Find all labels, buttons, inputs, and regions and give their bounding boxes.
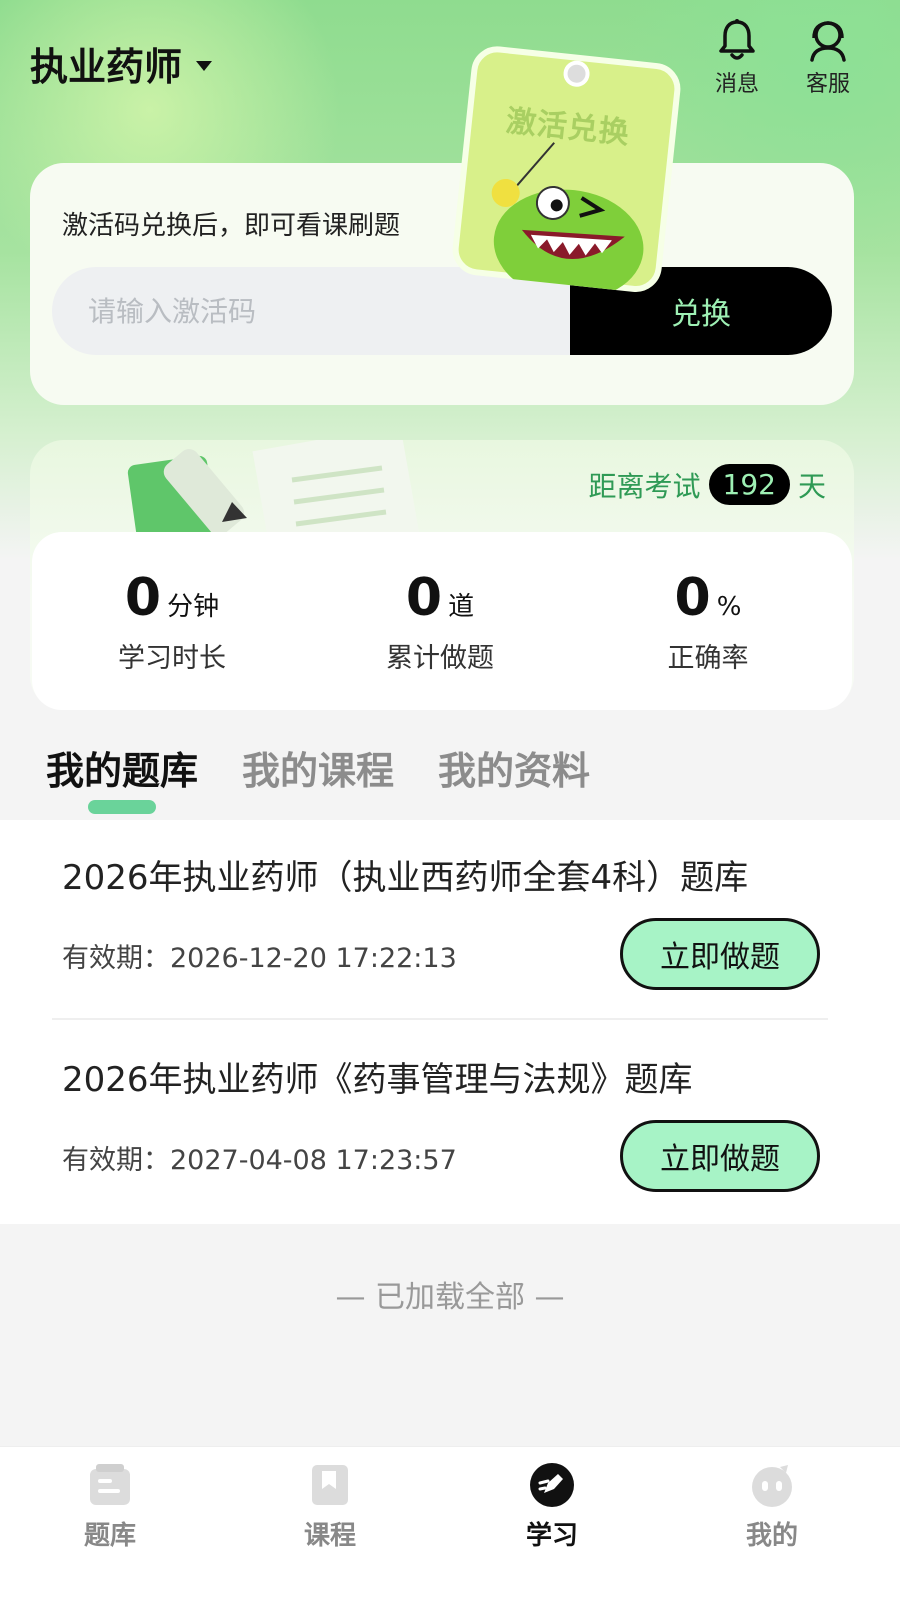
start-practice-button[interactable]: 立即做题 <box>620 918 820 990</box>
item-expiry: 有效期：2026-12-20 17:22:13 <box>62 943 457 974</box>
stat-value: 0 <box>674 568 711 628</box>
stat-value: 0 <box>405 568 443 628</box>
customer-service-label: 客服 <box>805 72 850 97</box>
all-loaded-note: — 已加载全部 — <box>335 1280 565 1315</box>
nav-courses[interactable]: 课程 <box>270 1461 390 1552</box>
active-tab-indicator <box>88 800 156 814</box>
question-bank-list: 2026年执业药师（执业西药师全套4科）题库 有效期：2026-12-20 17… <box>0 820 900 1224</box>
list-item[interactable]: 2026年执业药师《药事管理与法规》题库 有效期：2027-04-08 17:2… <box>52 1022 828 1222</box>
stat-questions-done: 0道 累计做题 <box>330 568 550 675</box>
countdown-prefix: 距离考试 <box>588 469 701 503</box>
stat-unit: 道 <box>448 592 475 622</box>
tab-question-bank[interactable]: 我的题库 <box>46 740 198 795</box>
item-title: 2026年执业药师《药事管理与法规》题库 <box>62 1060 693 1100</box>
mascot-illustration: 激活兑换 <box>450 43 698 295</box>
messages-button[interactable]: 消息 <box>707 18 767 98</box>
list-item[interactable]: 2026年执业药师（执业西药师全套4科）题库 有效期：2026-12-20 17… <box>52 820 828 1020</box>
start-practice-button[interactable]: 立即做题 <box>620 1120 820 1192</box>
exam-selector[interactable]: 执业药师 <box>30 36 213 91</box>
pen-study-icon <box>530 1463 574 1507</box>
stat-label: 累计做题 <box>386 643 494 674</box>
stat-study-time: 0 分钟 学习时长 <box>62 568 282 675</box>
question-bank-icon <box>90 1464 130 1505</box>
item-title: 2026年执业药师（执业西药师全套4科）题库 <box>62 858 749 898</box>
stats-card: 距离考试 192 天 0 分钟 学习时长 0道 累计做题 0% 正确率 <box>30 440 854 710</box>
item-expiry: 有效期：2027-04-08 17:23:57 <box>62 1145 457 1176</box>
stat-unit: % <box>716 592 742 622</box>
tab-materials[interactable]: 我的资料 <box>438 740 590 795</box>
nav-label: 学习 <box>525 1521 578 1551</box>
stat-label: 学习时长 <box>118 643 226 674</box>
redeem-tip: 激活码兑换后，即可看课刷题 <box>62 211 401 241</box>
stat-unit: 分钟 <box>167 592 220 622</box>
nav-label: 题库 <box>83 1521 136 1551</box>
customer-service-button[interactable]: 客服 <box>798 18 858 98</box>
countdown-days-badge: 192 <box>708 464 790 505</box>
tab-courses[interactable]: 我的课程 <box>242 740 394 795</box>
content-tabs: 我的题库 我的课程 我的资料 <box>0 720 900 816</box>
countdown-suffix: 天 <box>797 469 826 503</box>
redeem-card: 激活码兑换后，即可看课刷题 兑换 <box>30 163 854 405</box>
profile-face-icon <box>752 1465 792 1507</box>
nav-label: 我的 <box>745 1521 798 1551</box>
nav-study[interactable]: 学习 <box>492 1461 612 1552</box>
messages-label: 消息 <box>714 72 759 97</box>
nav-profile[interactable]: 我的 <box>712 1461 832 1552</box>
caret-down-icon <box>196 60 213 71</box>
bookmark-icon <box>312 1465 348 1505</box>
nav-question-bank[interactable]: 题库 <box>50 1461 170 1552</box>
stats-panel: 0 分钟 学习时长 0道 累计做题 0% 正确率 <box>32 532 852 710</box>
nav-label: 课程 <box>303 1521 356 1551</box>
monster-icon <box>491 142 644 295</box>
bottom-nav: 题库 课程 学习 我的 <box>0 1446 900 1600</box>
bell-icon <box>719 19 755 60</box>
page-title: 执业药师 <box>30 45 183 89</box>
exam-countdown: 距离考试 192 天 <box>589 464 826 505</box>
stat-accuracy: 0% 正确率 <box>598 568 818 675</box>
top-bar: 执业药师 消息 客服 <box>0 0 900 120</box>
stat-value: 0 <box>124 568 162 628</box>
stat-label: 正确率 <box>667 643 749 674</box>
notebook-icon <box>127 440 422 532</box>
headset-icon <box>810 21 846 62</box>
